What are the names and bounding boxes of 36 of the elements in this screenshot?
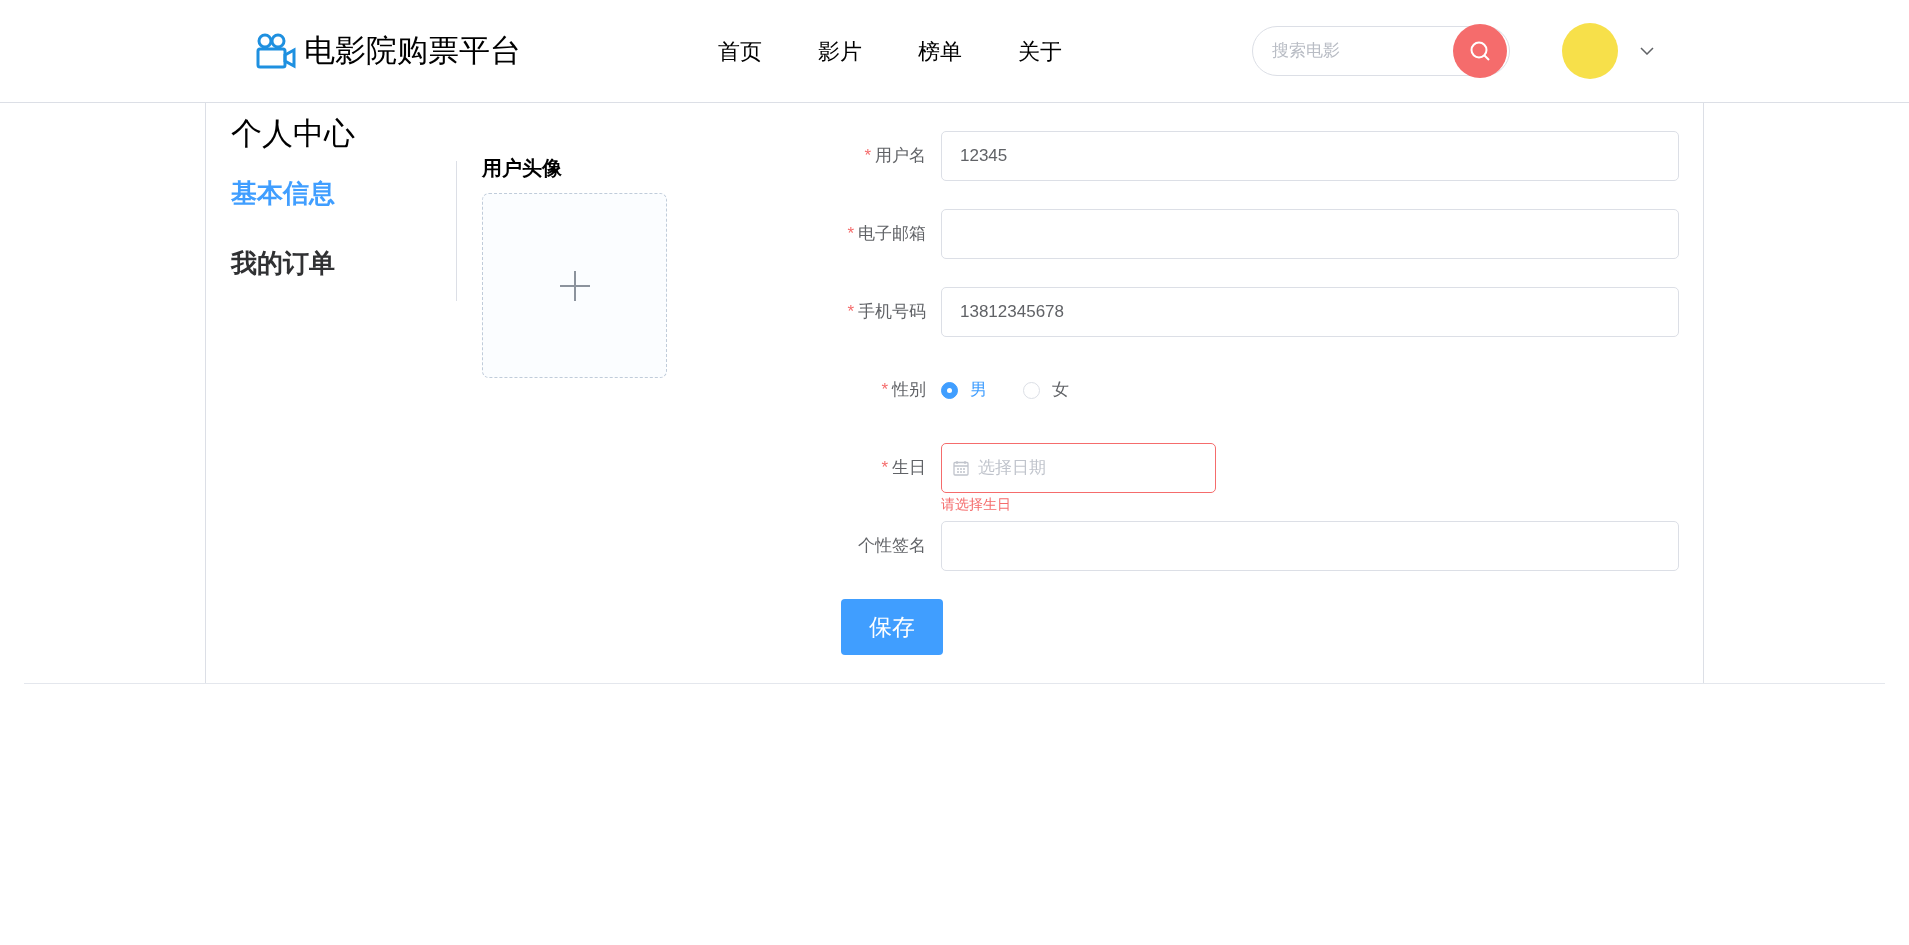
date-picker-field[interactable]: 选择日期: [941, 443, 1216, 493]
search-icon: [1469, 40, 1491, 62]
required-asterisk: *: [881, 457, 888, 480]
user-avatar[interactable]: [1562, 23, 1618, 79]
field-label: 生日: [892, 457, 926, 480]
error-message: 请选择生日: [941, 495, 1011, 513]
field-label: 电子邮箱: [858, 223, 926, 246]
avatar-uploader[interactable]: [482, 193, 667, 378]
radio-button[interactable]: [941, 381, 958, 399]
calendar-icon: [953, 460, 969, 476]
input-field[interactable]: [941, 521, 1679, 571]
required-asterisk: *: [847, 301, 854, 324]
caret-icon[interactable]: [1640, 47, 1654, 55]
section-title: 用户头像: [482, 156, 563, 181]
sidebar-item[interactable]: 我的订单: [231, 243, 335, 283]
search-button[interactable]: [1453, 24, 1507, 78]
camera-icon: [256, 33, 296, 69]
nav-link[interactable]: 榜单: [918, 34, 962, 68]
required-asterisk: *: [847, 223, 854, 246]
input-field[interactable]: 13812345678: [941, 287, 1679, 337]
field-label: 性别: [892, 379, 926, 402]
nav-link[interactable]: 关于: [1018, 34, 1062, 68]
search-field[interactable]: 搜索电影: [1252, 26, 1510, 76]
field-label: 个性签名: [858, 535, 926, 558]
field-label: 手机号码: [858, 301, 926, 324]
site-title: 电影院购票平台: [304, 31, 521, 70]
sidebar-title: 个人中心: [231, 115, 356, 153]
required-asterisk: *: [864, 145, 871, 168]
required-asterisk: *: [881, 379, 888, 402]
radio-option[interactable]: 女: [1023, 377, 1069, 403]
input-field[interactable]: [941, 209, 1679, 259]
field-label: 用户名: [875, 145, 926, 168]
plus-icon: [559, 270, 590, 301]
input-field[interactable]: 12345: [941, 131, 1679, 181]
nav-link[interactable]: 影片: [818, 34, 862, 68]
nav-link[interactable]: 首页: [718, 34, 762, 68]
